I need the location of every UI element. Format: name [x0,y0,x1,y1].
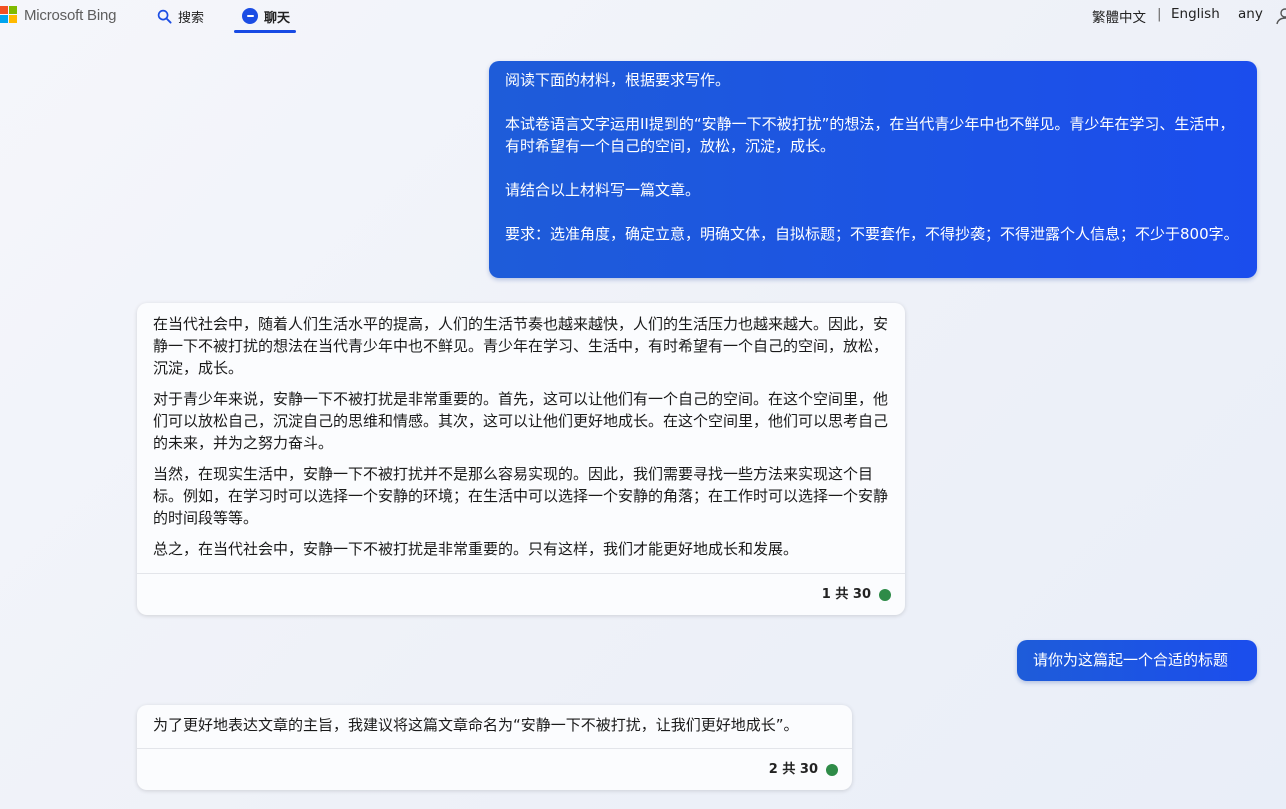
chat-icon [242,8,258,24]
bot-message-footer: 2 共 30 [137,748,852,790]
user-icon[interactable] [1276,7,1286,25]
bot-message-paragraph: 当然，在现实生活中，安静一下不被打扰并不是那么容易实现的。因此，我们需要寻找一些… [153,465,889,527]
tab-chat-label: 聊天 [264,10,291,26]
active-tab-indicator [234,30,296,33]
status-dot-icon [826,763,838,776]
bot-message: 为了更好地表达文章的主旨，我建议将这篇文章命名为“安静一下不被打扰，让我们更好地… [137,705,852,790]
bot-message: 在当代社会中，随着人们生活水平的提高，人们的生活节奏也越来越快，人们的生活压力也… [137,303,905,615]
brand-name: Microsoft Bing [24,6,117,24]
user-message-paragraph: 请结合以上材料写一篇文章。 [505,181,701,199]
user-message: 阅读下面的材料，根据要求写作。 本试卷语言文字运用II提到的“安静一下不被打扰”… [489,61,1257,278]
top-bar: Microsoft Bing 搜索 聊天 繁體中文 | English any [0,0,1286,34]
turn-counter: 1 共 30 [821,586,871,602]
user-message-text: 请你为这篇起一个合适的标题 [1033,651,1229,669]
status-dot-icon [879,588,891,601]
bot-message-paragraph: 在当代社会中，随着人们生活水平的提高，人们的生活节奏也越来越快，人们的生活压力也… [153,315,889,377]
user-message-paragraph: 本试卷语言文字运用II提到的“安静一下不被打扰”的想法，在当代青少年中也不鲜见。… [505,115,1235,155]
lang-traditional-chinese-link[interactable]: 繁體中文 [1092,6,1146,26]
bing-logo[interactable]: Microsoft Bing [0,6,116,24]
tab-search-label: 搜索 [178,10,205,26]
microsoft-logo-icon [0,6,18,24]
bot-message-content: 在当代社会中，随着人们生活水平的提高，人们的生活节奏也越来越快，人们的生活压力也… [137,303,905,560]
user-message-paragraph: 要求：选准角度，确定立意，明确文体，自拟标题；不要套作，不得抄袭；不得泄露个人信… [505,225,1239,243]
lang-separator: | [1157,6,1162,22]
user-message-paragraph: 阅读下面的材料，根据要求写作。 [505,71,731,89]
bot-message-paragraph: 对于青少年来说，安静一下不被打扰是非常重要的。首先，这可以让他们有一个自己的空间… [153,390,889,452]
user-name[interactable]: any [1238,6,1263,22]
lang-english-link[interactable]: English [1171,6,1220,22]
search-icon [157,9,172,24]
turn-counter: 2 共 30 [768,761,818,777]
bot-message-content: 为了更好地表达文章的主旨，我建议将这篇文章命名为“安静一下不被打扰，让我们更好地… [137,705,852,736]
bot-message-paragraph: 总之，在当代社会中，安静一下不被打扰是非常重要的。只有这样，我们才能更好地成长和… [153,540,799,558]
tab-search[interactable]: 搜索 [157,4,204,28]
bot-message-footer: 1 共 30 [137,573,905,615]
user-message: 请你为这篇起一个合适的标题 [1017,640,1257,681]
tab-chat[interactable]: 聊天 [242,4,290,28]
bot-message-text: 为了更好地表达文章的主旨，我建议将这篇文章命名为“安静一下不被打扰，让我们更好地… [153,716,799,734]
